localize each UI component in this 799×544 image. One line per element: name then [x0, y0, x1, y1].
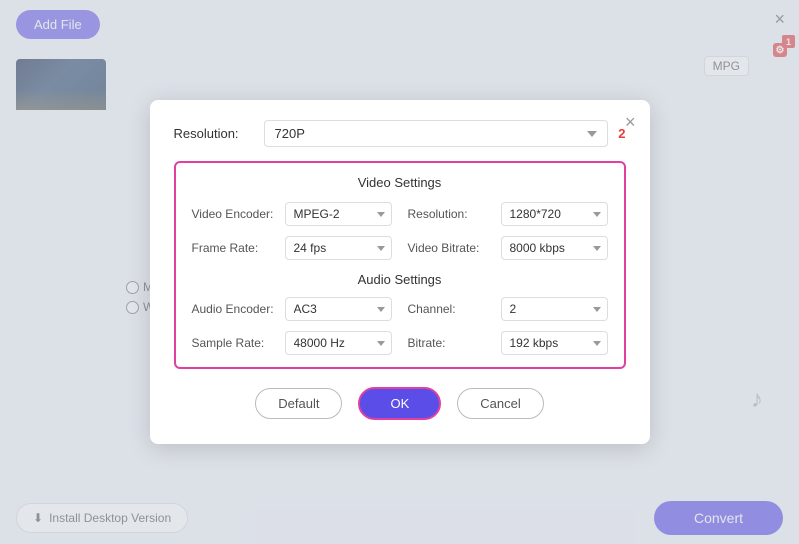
settings-box: Video Settings Video Encoder: MPEG-2 Res…: [174, 161, 626, 369]
bitrate-dropdown[interactable]: 192 kbps: [501, 331, 608, 355]
frame-rate-dropdown[interactable]: 24 fps: [285, 236, 392, 260]
resolution-dropdown[interactable]: 720P: [264, 120, 609, 147]
video-bitrate-dropdown[interactable]: 8000 kbps: [501, 236, 608, 260]
bitrate-row: Bitrate: 192 kbps: [408, 331, 608, 355]
resolution-inner-dropdown[interactable]: 1280*720: [501, 202, 608, 226]
video-encoder-label: Video Encoder:: [192, 207, 277, 221]
video-encoder-dropdown[interactable]: MPEG-2: [285, 202, 392, 226]
audio-settings-grid: Audio Encoder: AC3 Channel: 2: [192, 297, 608, 355]
channel-dropdown[interactable]: 2: [501, 297, 608, 321]
frame-rate-label: Frame Rate:: [192, 241, 277, 255]
audio-encoder-row: Audio Encoder: AC3: [192, 297, 392, 321]
sample-rate-label: Sample Rate:: [192, 336, 277, 350]
channel-row: Channel: 2: [408, 297, 608, 321]
resolution-row: Resolution: 720P 2: [174, 120, 626, 147]
modal-overlay: × Resolution: 720P 2 Video Settings Vide…: [0, 0, 799, 544]
video-encoder-row: Video Encoder: MPEG-2: [192, 202, 392, 226]
resolution-inner-row: Resolution: 1280*720: [408, 202, 608, 226]
modal-close-button[interactable]: ×: [625, 112, 636, 133]
audio-encoder-dropdown[interactable]: AC3: [285, 297, 392, 321]
video-bitrate-label: Video Bitrate:: [408, 241, 493, 255]
sample-rate-row: Sample Rate: 48000 Hz: [192, 331, 392, 355]
app-background: Add File × MPG ⚙ 1 M... W... ♪ ⬇ Instal: [0, 0, 799, 544]
audio-encoder-label: Audio Encoder:: [192, 302, 277, 316]
bitrate-label: Bitrate:: [408, 336, 493, 350]
modal-buttons: Default 3 OK Cancel: [174, 387, 626, 420]
audio-settings-title: Audio Settings: [192, 272, 608, 287]
channel-label: Channel:: [408, 302, 493, 316]
settings-modal: × Resolution: 720P 2 Video Settings Vide…: [150, 100, 650, 444]
default-button[interactable]: Default: [255, 388, 342, 419]
resolution-inner-label: Resolution:: [408, 207, 493, 221]
frame-rate-row: Frame Rate: 24 fps: [192, 236, 392, 260]
sample-rate-dropdown[interactable]: 48000 Hz: [285, 331, 392, 355]
video-settings-title: Video Settings: [192, 175, 608, 190]
ok-button[interactable]: OK: [358, 387, 441, 420]
video-bitrate-row: Video Bitrate: 8000 kbps: [408, 236, 608, 260]
video-settings-grid: Video Encoder: MPEG-2 Resolution: 1280*7…: [192, 202, 608, 260]
cancel-button[interactable]: Cancel: [457, 388, 543, 419]
resolution-label: Resolution:: [174, 126, 254, 141]
